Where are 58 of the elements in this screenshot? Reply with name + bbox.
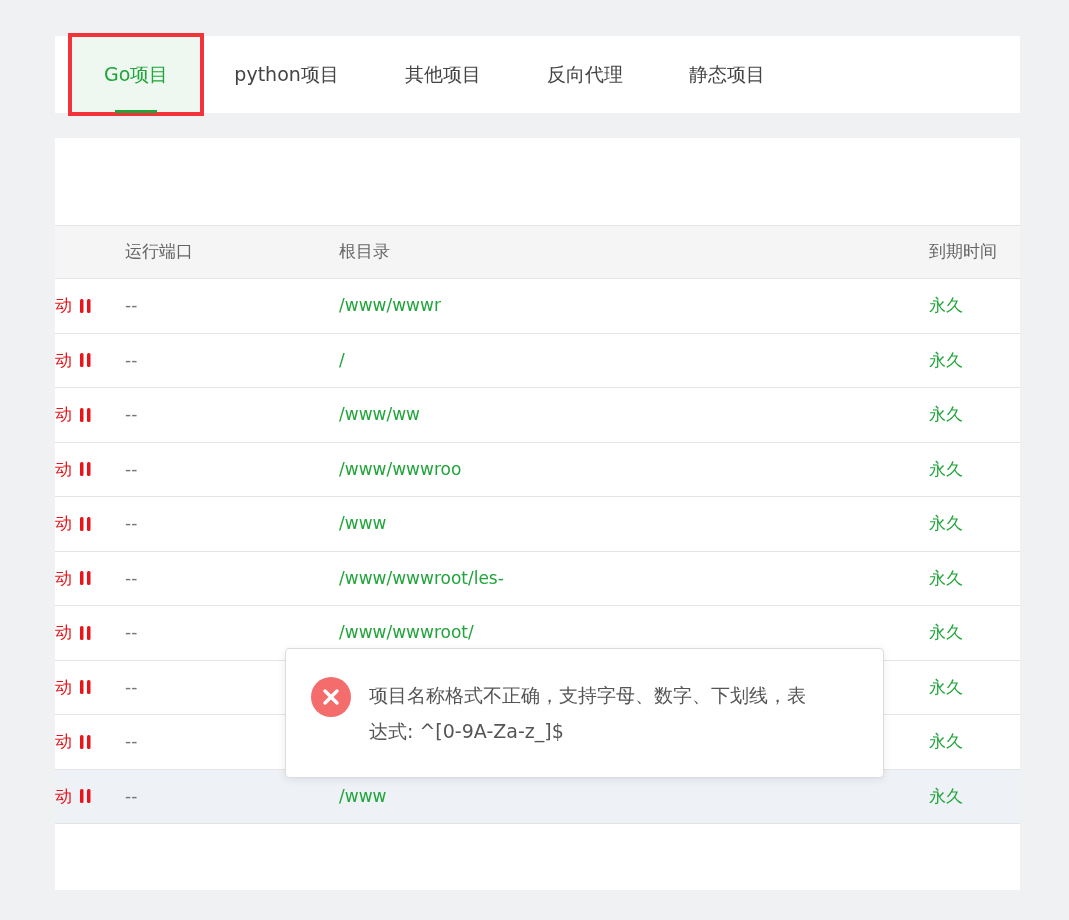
path-link[interactable]: /www/wwwroot/	[339, 620, 474, 646]
pause-icon[interactable]	[80, 680, 91, 695]
pause-icon[interactable]	[80, 298, 91, 313]
table-cell-text: --	[125, 457, 138, 481]
pause-icon[interactable]	[80, 462, 91, 477]
tab[interactable]: 其他项目	[371, 36, 514, 113]
error-icon	[311, 677, 351, 717]
column-header: 到期时间	[929, 240, 997, 264]
pause-icon[interactable]	[80, 734, 91, 749]
table-cell-text: --	[125, 730, 138, 753]
pause-icon[interactable]	[80, 516, 91, 531]
pause-icon[interactable]	[80, 625, 91, 640]
tab[interactable]: 静态项目	[655, 36, 798, 113]
column-header: 运行端口	[125, 240, 193, 264]
pause-icon[interactable]	[80, 407, 91, 422]
pause-icon[interactable]	[80, 789, 91, 804]
column-header: 根目录	[339, 240, 390, 264]
path-link[interactable]: /www/ww	[339, 402, 420, 428]
table-cell-text: 永久	[929, 348, 963, 372]
table-cell-text: --	[125, 784, 138, 808]
table-cell-text: 永久	[929, 730, 963, 753]
table-cell-text: --	[125, 512, 138, 535]
table-cell-text: 永久	[929, 621, 963, 644]
status-text: 动	[55, 294, 72, 317]
message-text: 项目名称格式不正确，支持字母、数字、下划线，表达式: ^[0-9A-Za-z_]$	[369, 683, 807, 745]
table-cell-text: 永久	[929, 457, 963, 481]
path-link[interactable]: /www/wwwroo	[339, 456, 462, 482]
tab[interactable]: Go项目	[71, 36, 202, 113]
status-text: 动	[55, 621, 72, 644]
path-link[interactable]: /www/wwwr	[339, 293, 441, 319]
table-cell-text: 永久	[929, 294, 963, 317]
table-cell-text: --	[125, 348, 138, 372]
status-text: 动	[55, 348, 72, 372]
table-cell-text: 永久	[929, 566, 963, 590]
status-text: 动	[55, 784, 72, 808]
table-cell-text: 永久	[929, 403, 963, 426]
status-text: 动	[55, 566, 72, 590]
table-cell-text: 永久	[929, 784, 963, 808]
status-text: 动	[55, 512, 72, 535]
status-text: 动	[55, 730, 72, 753]
table-cell-text: --	[125, 621, 138, 644]
table-cell-text: 永久	[929, 675, 963, 699]
table-cell-text: --	[125, 675, 138, 699]
path-link[interactable]: /www/wwwroot/les-	[339, 565, 504, 591]
table-cell-text: --	[125, 294, 138, 317]
table-cell-text: --	[125, 403, 138, 426]
status-text: 动	[55, 675, 72, 699]
path-link[interactable]: /www	[339, 783, 387, 809]
path-link[interactable]: /	[339, 347, 345, 373]
status-text: 动	[55, 403, 72, 426]
tab[interactable]: 反向代理	[513, 36, 656, 113]
status-text: 动	[55, 457, 72, 481]
pause-icon[interactable]	[80, 571, 91, 586]
tab[interactable]: python项目	[201, 36, 372, 113]
path-link[interactable]: /www	[339, 511, 387, 537]
table-cell-text: 永久	[929, 512, 963, 535]
table-cell-text: --	[125, 566, 138, 590]
pause-icon[interactable]	[80, 353, 91, 368]
